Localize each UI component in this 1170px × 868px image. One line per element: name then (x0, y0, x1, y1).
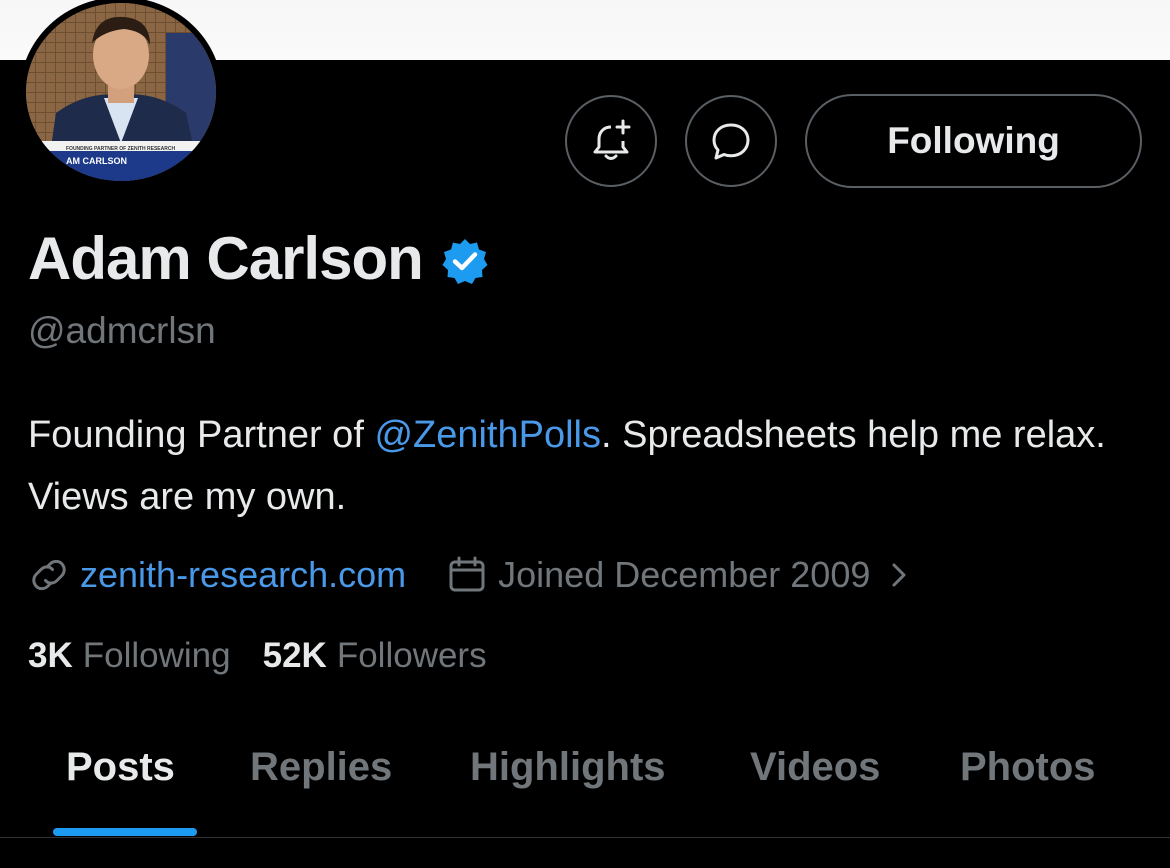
tab-replies[interactable]: Replies (250, 745, 392, 790)
following-count: 3K (28, 636, 73, 675)
avatar-caption: FOUNDING PARTNER OF ZENITH RESEARCH AM C… (66, 146, 216, 166)
tab-posts[interactable]: Posts (66, 745, 175, 790)
notifications-button[interactable] (565, 95, 657, 187)
joined-date[interactable]: Joined December 2009 (498, 554, 870, 596)
link-icon (32, 559, 66, 591)
profile-bio: Founding Partner of @ZenithPolls. Spread… (28, 404, 1138, 528)
followers-count-link[interactable]: 52K Followers (263, 636, 487, 676)
avatar-caption-line2: AM CARLSON (66, 156, 127, 166)
website-link[interactable]: zenith-research.com (80, 554, 406, 596)
bell-plus-icon (593, 119, 631, 160)
avatar[interactable]: FOUNDING PARTNER OF ZENITH RESEARCH AM C… (20, 0, 222, 187)
display-name: Adam Carlson (28, 225, 424, 292)
bio-text-start: Founding Partner of (28, 414, 375, 456)
active-tab-indicator (53, 828, 197, 836)
name-row: Adam Carlson (28, 224, 489, 293)
tab-videos[interactable]: Videos (750, 745, 880, 790)
followers-label: Followers (336, 636, 487, 675)
avatar-caption-line1: FOUNDING PARTNER OF ZENITH RESEARCH (66, 146, 176, 152)
tab-photos[interactable]: Photos (960, 745, 1096, 790)
message-button[interactable] (685, 95, 777, 187)
following-label: Following (82, 636, 231, 675)
following-count-link[interactable]: 3K Following (28, 636, 231, 676)
bio-mention-link[interactable]: @ZenithPolls (374, 414, 601, 456)
profile-page: FOUNDING PARTNER OF ZENITH RESEARCH AM C… (0, 0, 1170, 868)
tabs-divider (0, 837, 1170, 838)
verified-badge-icon[interactable] (441, 237, 489, 285)
message-bubble-icon (712, 123, 750, 160)
follow-stats: 3K Following 52K Followers (28, 636, 487, 676)
profile-handle: @admcrlsn (28, 310, 216, 351)
chevron-right-icon[interactable] (884, 560, 914, 590)
following-button[interactable]: Following (805, 94, 1142, 188)
calendar-icon (449, 556, 485, 592)
profile-meta: zenith-research.com Joined December 2009 (30, 549, 914, 601)
followers-count: 52K (262, 636, 327, 675)
tab-highlights[interactable]: Highlights (470, 745, 666, 790)
